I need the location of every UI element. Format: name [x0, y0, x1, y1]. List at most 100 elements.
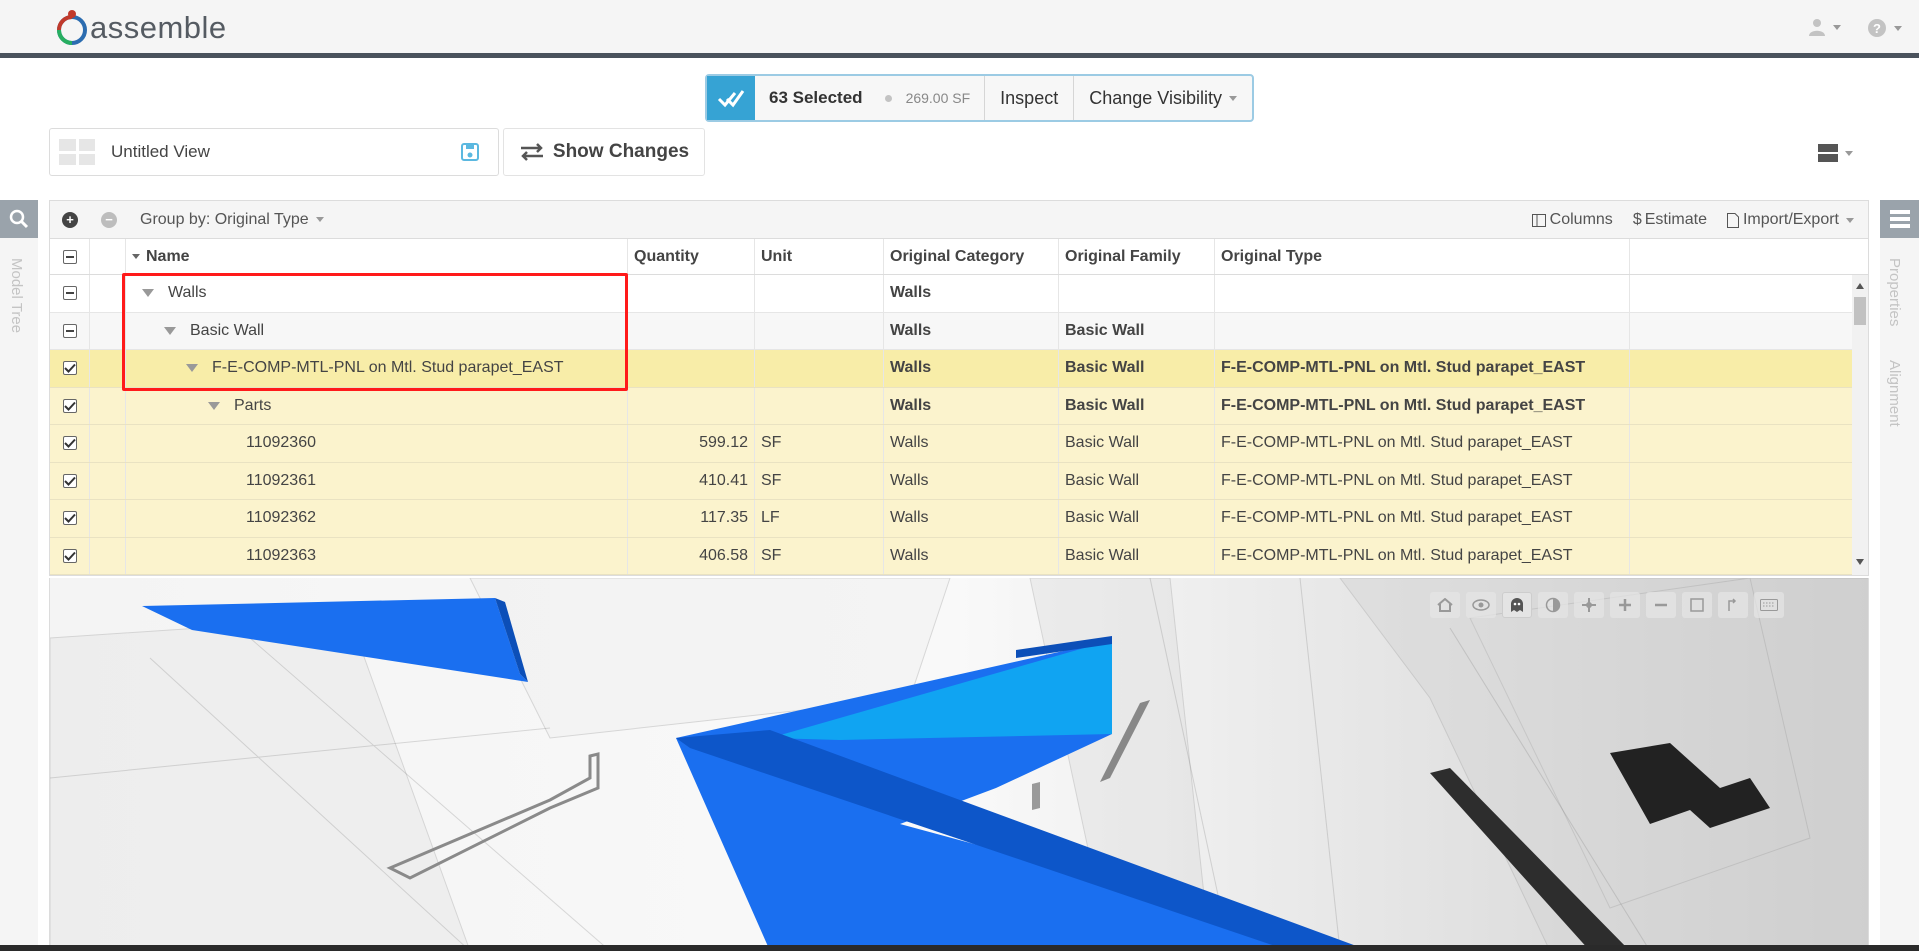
table-row[interactable]: Parts Walls Basic Wall F-E-COMP-MTL-PNL on … — [50, 387, 1868, 425]
section-box-icon — [1690, 598, 1704, 612]
row-checkbox[interactable] — [50, 387, 90, 424]
properties-panel-button[interactable] — [1880, 200, 1919, 238]
cell-original-type: F-E-COMP-MTL-PNL on Mtl. Stud parapet_EA… — [1215, 425, 1630, 462]
table-row[interactable]: Basic Wall Walls Basic Wall — [50, 312, 1868, 350]
tab-model-tree[interactable]: Model Tree — [8, 258, 25, 333]
scroll-up-arrow-icon[interactable] — [1856, 283, 1864, 289]
table-row[interactable]: 11092363 406.58 SF Walls Basic Wall F-E-COMP-… — [50, 537, 1868, 575]
chevron-down-icon — [1894, 25, 1902, 31]
help-menu[interactable]: ? — [1867, 18, 1902, 38]
cell-original-type: F-E-COMP-MTL-PNL on Mtl. Stud parapet_EA… — [1215, 350, 1630, 387]
checked-checkbox-icon — [62, 361, 77, 376]
row-checkbox[interactable] — [50, 275, 90, 312]
show-changes-button[interactable]: Show Changes — [503, 128, 705, 176]
brand-name[interactable]: assemble — [90, 10, 227, 46]
column-header-original-type[interactable]: Original Type — [1215, 239, 1630, 274]
3d-model-viewer[interactable] — [49, 578, 1869, 951]
layout-toggle-dropdown[interactable] — [1818, 143, 1853, 163]
cell-name-text: 11092361 — [246, 471, 316, 489]
model-scene[interactable] — [50, 578, 1869, 951]
column-header-unit[interactable]: Unit — [755, 239, 884, 274]
checked-checkbox-icon — [62, 436, 77, 451]
cell-name[interactable]: Parts — [126, 387, 628, 424]
cell-quantity: 599.12 — [628, 425, 755, 462]
cell-unit: SF — [755, 462, 884, 499]
home-button[interactable] — [1430, 592, 1460, 618]
expand-triangle-icon[interactable] — [164, 326, 176, 335]
show-changes-label: Show Changes — [552, 141, 690, 162]
view-thumbnail-icon — [59, 139, 95, 165]
change-visibility-dropdown[interactable]: Change Visibility — [1074, 76, 1252, 120]
inspect-button[interactable]: Inspect — [985, 76, 1075, 120]
table-row[interactable]: Walls Walls — [50, 275, 1868, 313]
table-row[interactable]: F-E-COMP-MTL-PNL on Mtl. Stud parapet_EA… — [50, 350, 1868, 388]
section-box-button[interactable] — [1682, 592, 1712, 618]
scroll-down-arrow-icon[interactable] — [1856, 559, 1864, 565]
search-button[interactable] — [0, 200, 38, 238]
column-header-original-family[interactable]: Original Family — [1059, 239, 1215, 274]
expand-all-icon[interactable]: + — [62, 211, 78, 228]
cell-name[interactable]: F-E-COMP-MTL-PNL on Mtl. Stud parapet_EA… — [126, 350, 628, 387]
cell-name[interactable]: Walls — [126, 275, 628, 312]
checkmark-icon — [63, 401, 76, 411]
checkmark-icon — [63, 551, 76, 561]
column-header-original-category[interactable]: Original Category — [884, 239, 1059, 274]
row-checkbox[interactable] — [50, 462, 90, 499]
cell-unit: SF — [755, 537, 884, 574]
cell-name-text: 11092363 — [246, 546, 316, 564]
expand-triangle-icon[interactable] — [142, 289, 154, 298]
cell-original-family: Basic Wall — [1059, 350, 1215, 387]
column-header-name-label: Name — [146, 247, 190, 265]
cell-name-text: Walls — [168, 284, 207, 302]
table-row[interactable]: 11092362 117.35 LF Walls Basic Wall F-E-COMP-… — [50, 500, 1868, 538]
ghost-mode-button[interactable] — [1502, 592, 1532, 618]
selected-count: 63 Selected — [769, 88, 863, 107]
group-by-dropdown[interactable]: Group by: Original Type — [140, 211, 324, 229]
contrast-button[interactable] — [1538, 592, 1568, 618]
cell-quantity: 117.35 — [628, 500, 755, 537]
tab-alignment[interactable]: Alignment — [1886, 360, 1903, 427]
measure-button[interactable] — [1718, 592, 1748, 618]
file-icon — [1726, 212, 1739, 228]
column-header-quantity[interactable]: Quantity — [628, 239, 755, 274]
checkmark-icon — [63, 514, 76, 524]
cell-name[interactable]: Basic Wall — [126, 312, 628, 349]
table-row[interactable]: 11092360 599.12 SF Walls Basic Wall F-E-COMP-… — [50, 425, 1868, 463]
cell-name[interactable]: 11092363 — [126, 537, 628, 574]
tab-properties[interactable]: Properties — [1886, 258, 1903, 326]
user-menu[interactable] — [1808, 18, 1841, 36]
row-checkbox[interactable] — [50, 312, 90, 349]
column-header-name[interactable]: Name — [126, 239, 628, 274]
row-checkbox[interactable] — [50, 500, 90, 537]
columns-button[interactable]: Columns — [1531, 211, 1613, 229]
cell-name[interactable]: 11092361 — [126, 462, 628, 499]
save-icon[interactable] — [460, 142, 480, 162]
row-checkbox[interactable] — [50, 537, 90, 574]
viewer-toolbar — [1430, 592, 1784, 618]
zoom-in-button[interactable] — [1610, 592, 1640, 618]
selection-check-button[interactable] — [707, 76, 755, 120]
estimate-label: Estimate — [1644, 211, 1707, 228]
select-all-checkbox[interactable] — [50, 239, 90, 274]
cell-name[interactable]: 11092360 — [126, 425, 628, 462]
estimate-button[interactable]: $ Estimate — [1633, 211, 1707, 229]
table-row[interactable]: 11092361 410.41 SF Walls Basic Wall F-E-COMP-… — [50, 462, 1868, 500]
row-checkbox[interactable] — [50, 350, 90, 387]
collapse-all-icon[interactable]: − — [101, 211, 117, 228]
cell-original-category: Walls — [884, 500, 1059, 537]
expand-triangle-icon[interactable] — [186, 364, 198, 373]
zoom-out-button[interactable] — [1646, 592, 1676, 618]
view-name[interactable]: Untitled View — [111, 142, 460, 162]
import-export-dropdown[interactable]: Import/Export — [1726, 211, 1854, 229]
assemble-logo-icon[interactable] — [48, 6, 88, 46]
row-blank — [90, 425, 126, 462]
pan-button[interactable] — [1574, 592, 1604, 618]
expand-triangle-icon[interactable] — [208, 401, 220, 410]
selection-toolbar: 63 Selected 269.00 SF Inspect Change Vis… — [705, 74, 1254, 122]
row-checkbox[interactable] — [50, 425, 90, 462]
cell-name[interactable]: 11092362 — [126, 500, 628, 537]
scrollbar-thumb[interactable] — [1854, 297, 1866, 325]
view-name-box[interactable]: Untitled View — [49, 128, 499, 176]
keyboard-button[interactable] — [1754, 592, 1784, 618]
orbit-button[interactable] — [1466, 592, 1496, 618]
